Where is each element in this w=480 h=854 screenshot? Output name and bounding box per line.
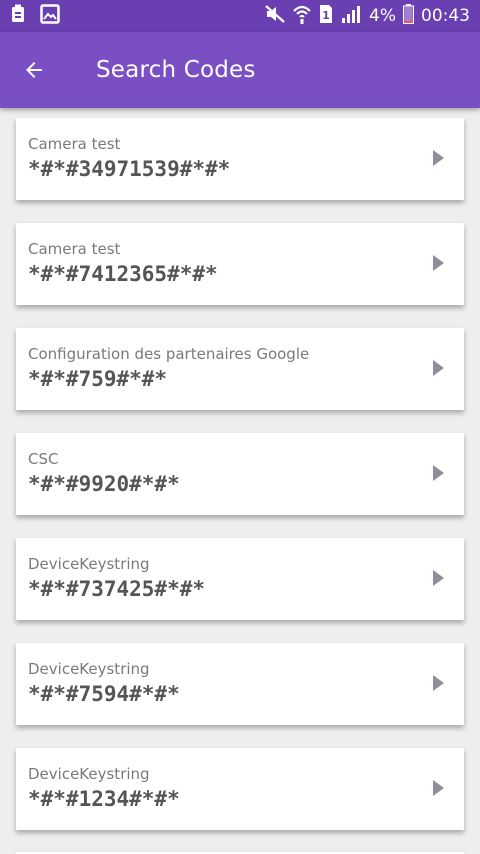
arrow-left-icon <box>26 62 42 78</box>
chevron-right-icon <box>433 570 444 586</box>
signal-icon <box>340 4 362 29</box>
code-item[interactable]: Camera test *#*#7412365#*#* <box>16 223 464 305</box>
code-value: *#*#737425#*#* <box>28 577 206 601</box>
code-label: Camera test <box>28 135 121 153</box>
chevron-right-icon <box>433 465 444 481</box>
battery-percent: 4% <box>369 6 396 26</box>
code-label: Configuration des partenaires Google <box>28 345 310 363</box>
code-value: *#*#9920#*#* <box>28 472 180 496</box>
code-item[interactable]: DeviceKeystring *#*#7594#*#* <box>16 643 464 725</box>
back-button[interactable] <box>0 32 68 108</box>
code-label: CSC <box>28 450 59 468</box>
svg-text:1: 1 <box>322 9 330 22</box>
code-item[interactable]: Configuration des partenaires Google *#*… <box>16 328 464 410</box>
code-value: *#*#7412365#*#* <box>28 262 218 286</box>
code-label: DeviceKeystring <box>28 660 150 678</box>
app-bar: Search Codes <box>0 32 480 108</box>
wifi-icon <box>292 3 312 30</box>
code-value: *#*#759#*#* <box>28 367 168 391</box>
code-value: *#*#1234#*#* <box>28 787 180 811</box>
code-label: DeviceKeystring <box>28 765 150 783</box>
chevron-right-icon <box>433 150 444 166</box>
chevron-right-icon <box>433 360 444 376</box>
page-title: Search Codes <box>96 57 256 83</box>
code-item[interactable]: Camera test *#*#34971539#*#* <box>16 118 464 200</box>
chevron-right-icon <box>433 675 444 691</box>
mute-icon <box>265 4 285 28</box>
notification-icon <box>10 4 26 28</box>
chevron-right-icon <box>433 255 444 271</box>
code-label: Camera test <box>28 240 121 258</box>
sim-icon: 1 <box>319 4 333 29</box>
clock: 00:43 <box>421 6 470 26</box>
battery-icon <box>402 3 415 29</box>
chevron-right-icon <box>433 780 444 796</box>
code-value: *#*#34971539#*#* <box>28 157 231 181</box>
status-bar: 1 4% 00:43 <box>0 0 480 32</box>
code-label: DeviceKeystring <box>28 555 150 573</box>
image-icon <box>40 4 60 28</box>
code-item[interactable]: DeviceKeystring *#*#1234#*#* <box>16 748 464 830</box>
codes-list[interactable]: Camera test *#*#34971539#*#* Camera test… <box>0 108 480 854</box>
code-value: *#*#7594#*#* <box>28 682 180 706</box>
code-item[interactable]: DeviceKeystring *#*#737425#*#* <box>16 538 464 620</box>
code-item[interactable]: CSC *#*#9920#*#* <box>16 433 464 515</box>
